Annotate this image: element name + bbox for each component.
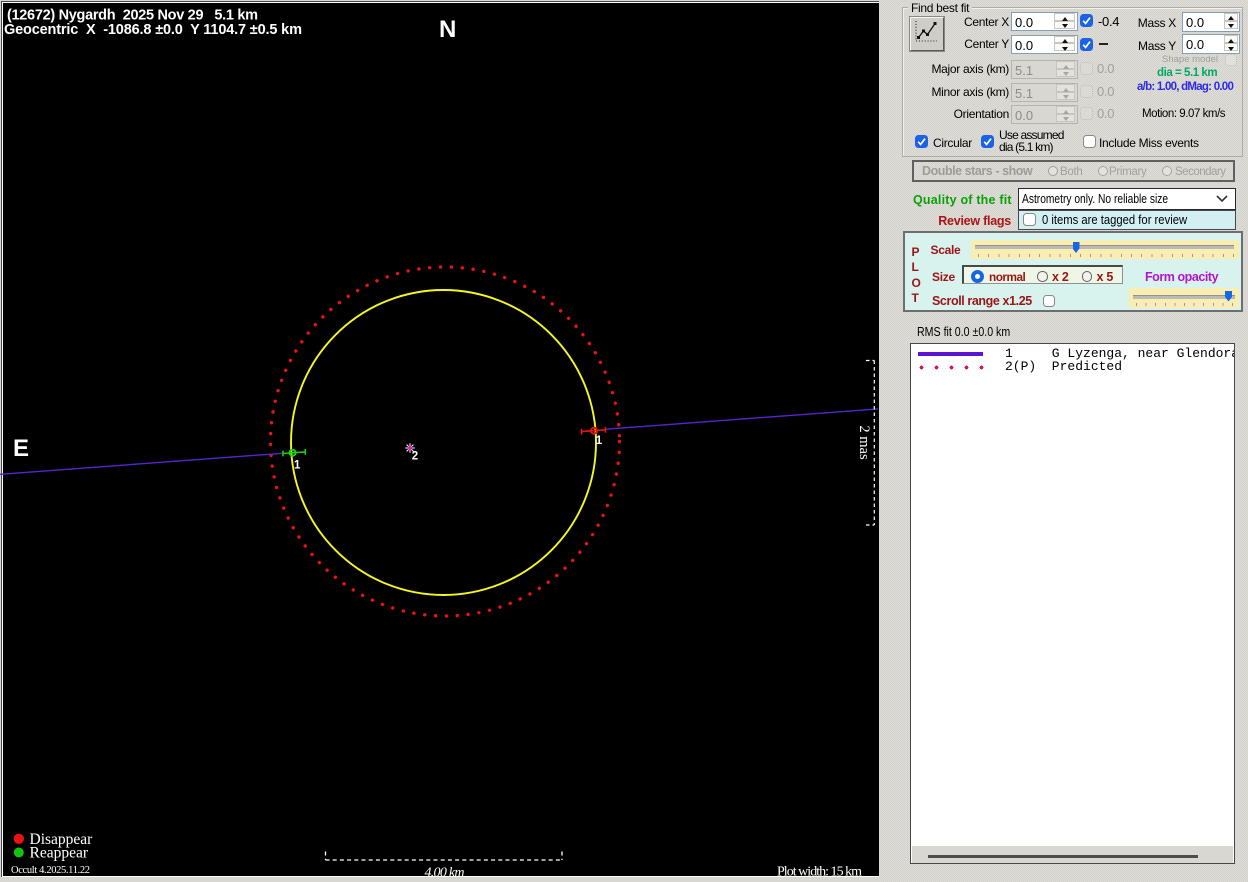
svg-text:1: 1 — [596, 435, 603, 447]
svg-text:Reappear: Reappear — [30, 845, 89, 862]
svg-text:Occult 4.2025.11.22: Occult 4.2025.11.22 — [11, 865, 90, 876]
svg-text:E: E — [13, 435, 29, 462]
svg-text:2: 2 — [412, 451, 418, 463]
svg-text:1: 1 — [294, 460, 301, 472]
svg-text:N: N — [439, 16, 456, 43]
svg-text:Geocentric X -1086.8 ±0.0 Y: Geocentric X -1086.8 ±0.0 Y 1104.7 ±0.5 … — [4, 22, 302, 38]
svg-text:4.00 km: 4.00 km — [425, 866, 465, 881]
svg-text:Plot width: 15 km: Plot width: 15 km — [777, 865, 862, 880]
svg-text:2 mas: 2 mas — [856, 425, 872, 460]
